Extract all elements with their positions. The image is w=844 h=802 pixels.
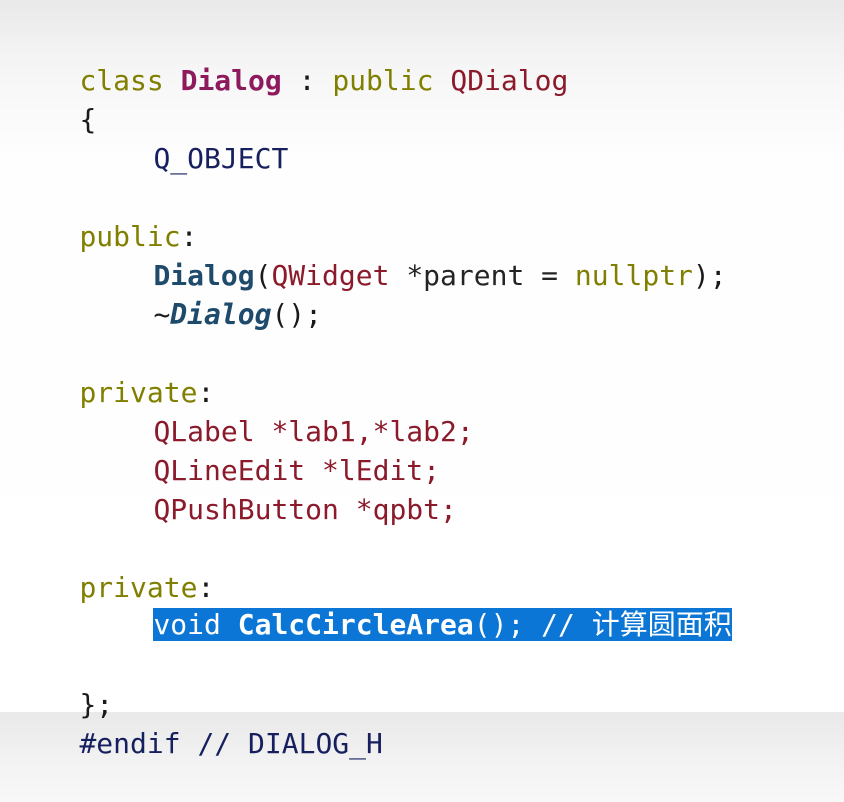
- destructor-name: Dialog: [170, 298, 272, 331]
- paren-close: );: [692, 259, 727, 292]
- function-rest-and-comment: (); // 计算圆面积: [473, 608, 732, 641]
- code-line-open-brace[interactable]: {: [12, 61, 96, 136]
- colon: :: [281, 64, 333, 97]
- return-type: void: [153, 608, 221, 641]
- code-line-close-brace[interactable]: };: [12, 646, 113, 721]
- member-declarators: *qpbt;: [338, 493, 457, 526]
- keyword-nullptr: nullptr: [574, 259, 693, 292]
- code-line-private-2[interactable]: private:: [12, 529, 214, 604]
- code-line-qobject[interactable]: Q_OBJECT: [86, 100, 288, 175]
- function-name: CalcCircleArea: [237, 608, 474, 641]
- keyword-public: public: [332, 64, 434, 97]
- macro-q-object: Q_OBJECT: [153, 142, 289, 175]
- code-line-destructor[interactable]: ~Dialog();: [86, 256, 322, 331]
- code-editor[interactable]: class Dialog : public QDialog { Q_OBJECT…: [0, 0, 844, 760]
- code-line-private-1[interactable]: private:: [12, 334, 214, 409]
- code-line-qlineedit[interactable]: QLineEdit *lEdit;: [86, 412, 440, 487]
- preprocessor-endif: #endif // DIALOG_H: [79, 727, 383, 760]
- code-line-constructor[interactable]: Dialog(QWidget *parent = nullptr);: [86, 217, 726, 292]
- tilde: ~: [153, 298, 171, 331]
- destructor-rest: ();: [271, 298, 323, 331]
- selected-text[interactable]: void CalcCircleArea(); // 计算圆面积: [153, 608, 732, 641]
- base-class: QDialog: [450, 64, 569, 97]
- type-qpushbutton: QPushButton: [153, 493, 339, 526]
- code-line-class-declaration[interactable]: class Dialog : public QDialog: [12, 22, 568, 97]
- code-line-public[interactable]: public:: [12, 178, 197, 253]
- code-line-calc-circle-area[interactable]: void CalcCircleArea(); // 计算圆面积: [86, 566, 732, 641]
- code-line-endif[interactable]: #endif // DIALOG_H: [12, 685, 382, 760]
- code-line-qpushbutton[interactable]: QPushButton *qpbt;: [86, 451, 456, 526]
- class-name: Dialog: [180, 64, 282, 97]
- param-rest: *parent =: [389, 259, 575, 292]
- code-line-qlabel[interactable]: QLabel *lab1,*lab2;: [86, 373, 473, 448]
